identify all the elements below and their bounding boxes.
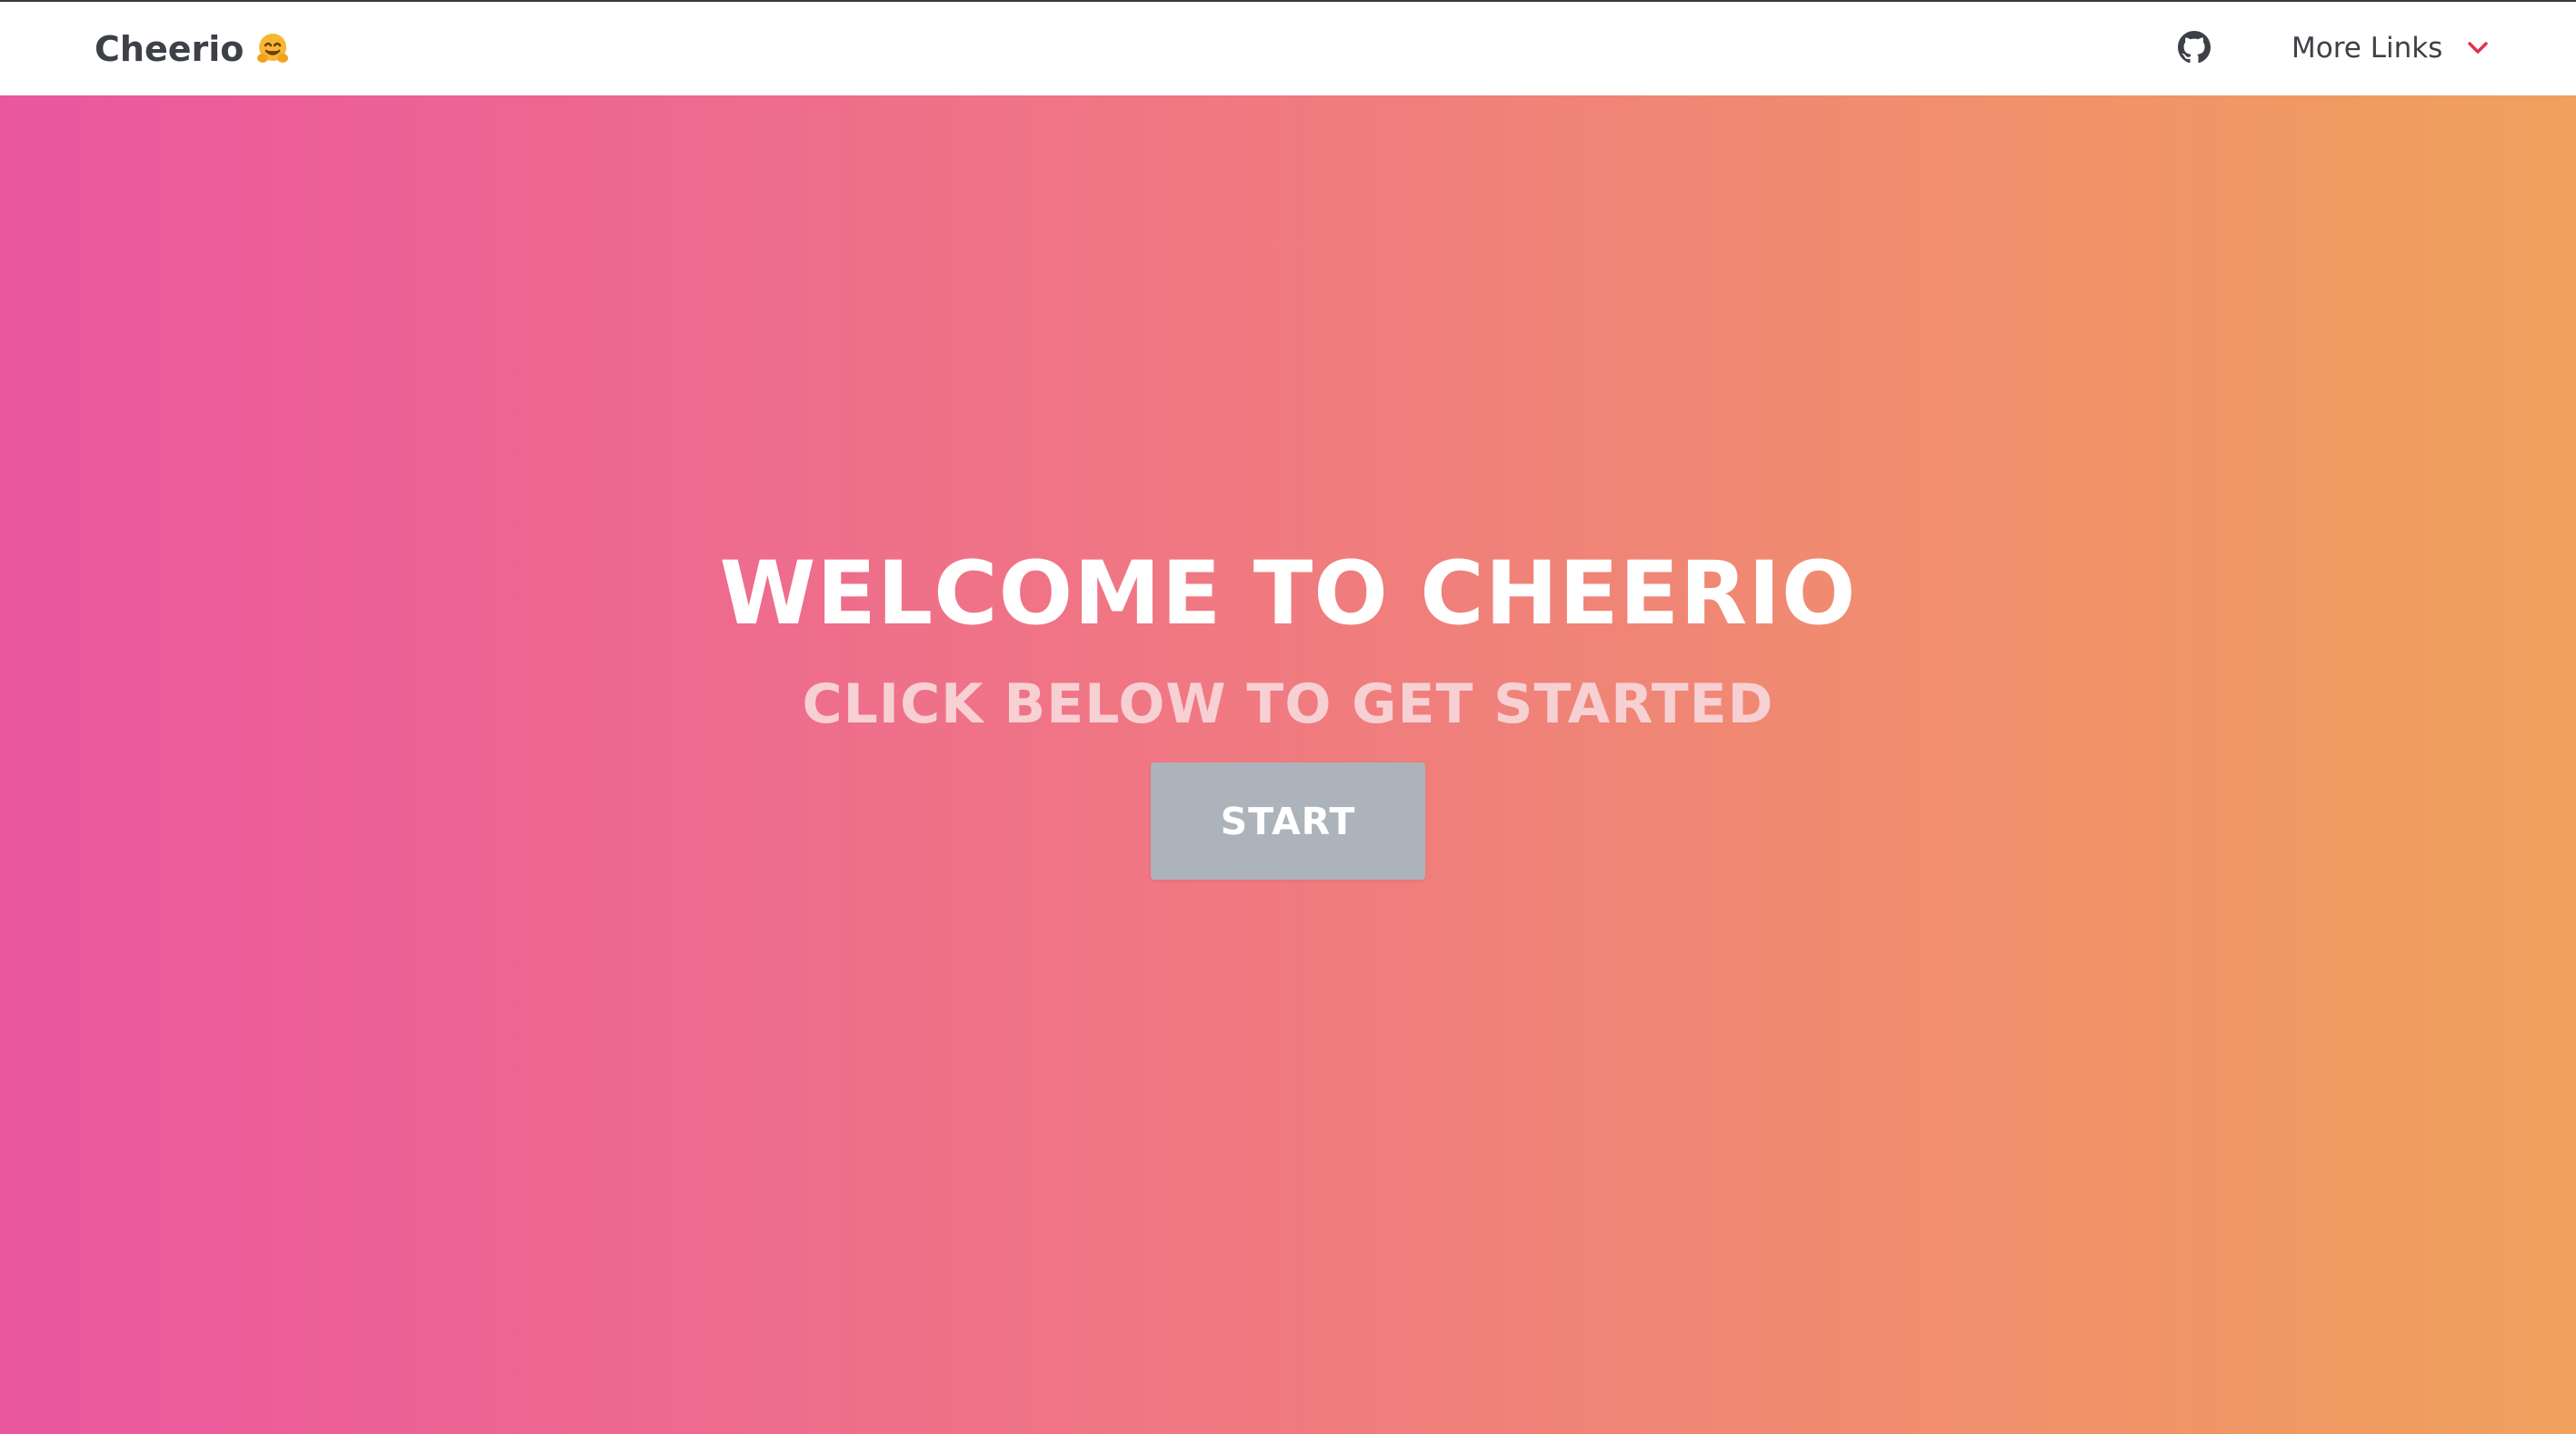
hero-section: WELCOME TO CHEERIO CLICK BELOW TO GET ST… xyxy=(0,95,2576,1434)
navbar: Cheerio More Links xyxy=(0,2,2576,95)
hero-title: WELCOME TO CHEERIO xyxy=(719,543,1857,644)
more-links-dropdown[interactable]: More Links xyxy=(2291,27,2490,69)
hero-subtitle: CLICK BELOW TO GET STARTED xyxy=(802,672,1774,736)
start-button[interactable]: START xyxy=(1151,762,1425,880)
brand-text: Cheerio xyxy=(95,29,245,69)
hero-content: WELCOME TO CHEERIO CLICK BELOW TO GET ST… xyxy=(0,95,2576,1434)
chevron-down-icon xyxy=(2466,36,2490,60)
hugging-face-emoji-icon xyxy=(255,31,291,67)
brand-link[interactable]: Cheerio xyxy=(95,24,291,75)
more-links-label: More Links xyxy=(2291,32,2443,65)
github-icon[interactable] xyxy=(2178,31,2211,64)
